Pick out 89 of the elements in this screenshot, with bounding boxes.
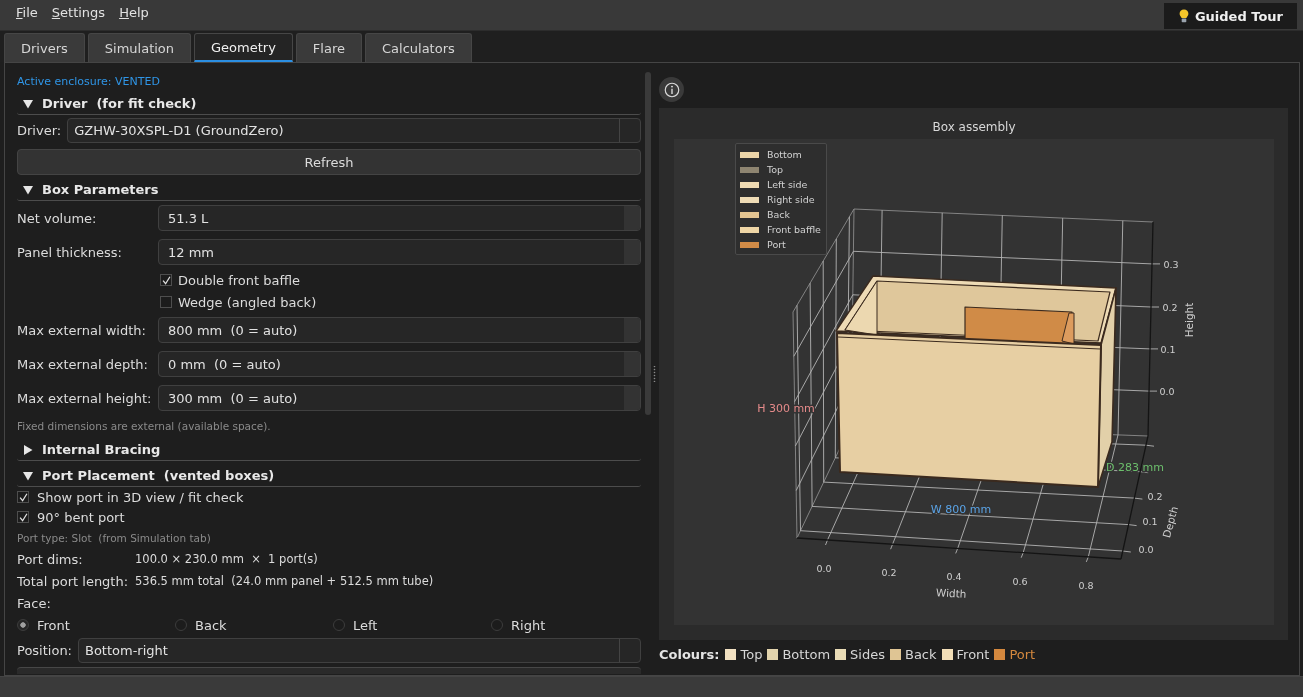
menu-item[interactable]: Settings	[51, 4, 106, 22]
dimension-label: W 800 mm	[930, 503, 992, 516]
scrollbar-thumb[interactable]	[645, 72, 651, 415]
tab[interactable]: Simulation	[87, 33, 192, 62]
tick-label: 0.2	[1147, 491, 1163, 502]
tick-label: 0.3	[1163, 259, 1179, 270]
checkbox-label[interactable]: Double front baffle	[178, 272, 301, 288]
tick-label: 0.0	[1159, 386, 1175, 397]
radio-button[interactable]	[175, 619, 187, 631]
enclosure-status-text: Active enclosure: VENTED	[17, 75, 161, 89]
field-label: Position:	[17, 643, 72, 658]
checkbox[interactable]	[17, 511, 29, 523]
spin-box[interactable]: 0 mm (0 = auto)	[158, 351, 641, 377]
lightbulb-icon	[1178, 9, 1189, 23]
action-button[interactable]: Refresh	[17, 149, 641, 175]
section-header[interactable]: Driver (for fit check)	[17, 93, 641, 115]
radio-label[interactable]: Back	[195, 617, 227, 633]
checkbox[interactable]	[17, 491, 29, 503]
legend-label: Port	[767, 239, 786, 250]
legend-label: Back	[767, 209, 791, 220]
tick-label: 0.1	[1142, 516, 1158, 527]
color-label: Front	[956, 646, 990, 662]
axis-title: Width	[935, 586, 967, 600]
info-button[interactable]	[659, 77, 684, 102]
tick-label: 0.2	[1162, 302, 1178, 313]
spin-box[interactable]: 51.3 L	[158, 205, 641, 231]
tick-label: 0.6	[1012, 576, 1028, 587]
dropdown[interactable]: Bottom-right	[78, 638, 641, 663]
guided-tour-button[interactable]: Guided Tour	[1163, 3, 1297, 29]
legend-label: Right side	[767, 194, 815, 205]
legend-label: Bottom	[767, 149, 802, 160]
hint-text: Port type: Slot (from Simulation tab)	[17, 532, 212, 545]
field-label: Panel thickness:	[17, 244, 123, 260]
radio-button[interactable]	[17, 619, 29, 631]
tick-label: 0.0	[1138, 544, 1154, 555]
color-label: Top	[740, 646, 763, 662]
colours-label: Colours:	[659, 646, 720, 662]
tick-label: 0.1	[1160, 344, 1176, 355]
field-label: Max external height:	[17, 390, 153, 406]
section-header[interactable]: Port Placement (vented boxes)	[17, 465, 641, 487]
tab[interactable]: Geometry	[194, 33, 293, 62]
checkbox-label[interactable]: 90° bent port	[37, 509, 125, 525]
tab[interactable]: Calculators	[365, 33, 472, 62]
radio-button[interactable]	[491, 619, 503, 631]
field-label: Total port length:	[17, 573, 130, 589]
section-header[interactable]: Internal Bracing	[17, 439, 641, 461]
spin-box[interactable]: 300 mm (0 = auto)	[158, 385, 641, 411]
field-label: Port dims:	[17, 551, 84, 567]
field-value: 100.0 × 230.0 mm × 1 port(s)	[135, 552, 318, 566]
field-label: Max external width:	[17, 322, 147, 338]
radio-label[interactable]: Left	[353, 617, 378, 633]
tick-label: 0.2	[881, 567, 897, 578]
checkbox-label[interactable]: Wedge (angled back)	[178, 294, 317, 310]
legend-label: Top	[767, 164, 784, 175]
axis-title: Depth	[1160, 504, 1181, 539]
spin-box[interactable]: 12 mm	[158, 239, 641, 265]
tick-label: 0.0	[816, 563, 832, 574]
checkmark-icon	[161, 275, 171, 285]
color-label: Back	[905, 646, 937, 662]
tick-label: 0.4	[946, 571, 962, 582]
radio-button[interactable]	[333, 619, 345, 631]
field-value: 536.5 mm total (24.0 mm panel + 512.5 mm tube)	[135, 574, 434, 588]
dropdown[interactable]: GZHW-30XSPL-D1 (GroundZero)	[67, 118, 641, 143]
field-label: Max external depth:	[17, 356, 149, 372]
field-label: Net volume:	[17, 210, 98, 226]
checkbox[interactable]	[160, 274, 172, 286]
info-icon	[663, 81, 680, 98]
menu-item[interactable]: File	[16, 4, 38, 22]
field-label: Face:	[17, 595, 51, 611]
legend-label: Front baffle	[767, 224, 821, 235]
section-header[interactable]: Box Parameters	[17, 179, 641, 201]
tick-label: 0.8	[1078, 580, 1094, 591]
axis-title: Height	[1183, 302, 1195, 338]
checkbox-label[interactable]: Show port in 3D view / fit check	[37, 489, 244, 505]
hint-text: Fixed dimensions are external (available space).	[17, 420, 272, 433]
plot-title: Box assembly	[932, 120, 1016, 135]
radio-label[interactable]: Front	[37, 617, 70, 633]
color-label: Bottom	[782, 646, 831, 662]
legend-label: Left side	[767, 179, 808, 190]
field-label: Driver:	[17, 123, 62, 138]
spin-box[interactable]: 800 mm (0 = auto)	[158, 317, 641, 343]
tab[interactable]: Flare	[295, 33, 362, 62]
radio-label[interactable]: Right	[511, 617, 546, 633]
color-label: Port	[1009, 646, 1036, 662]
checkbox[interactable]	[160, 296, 172, 308]
tab[interactable]: Drivers	[4, 33, 85, 62]
splitter-handle[interactable]	[653, 366, 656, 382]
menu-item[interactable]: Help	[119, 4, 149, 22]
color-label: Sides	[850, 646, 885, 662]
